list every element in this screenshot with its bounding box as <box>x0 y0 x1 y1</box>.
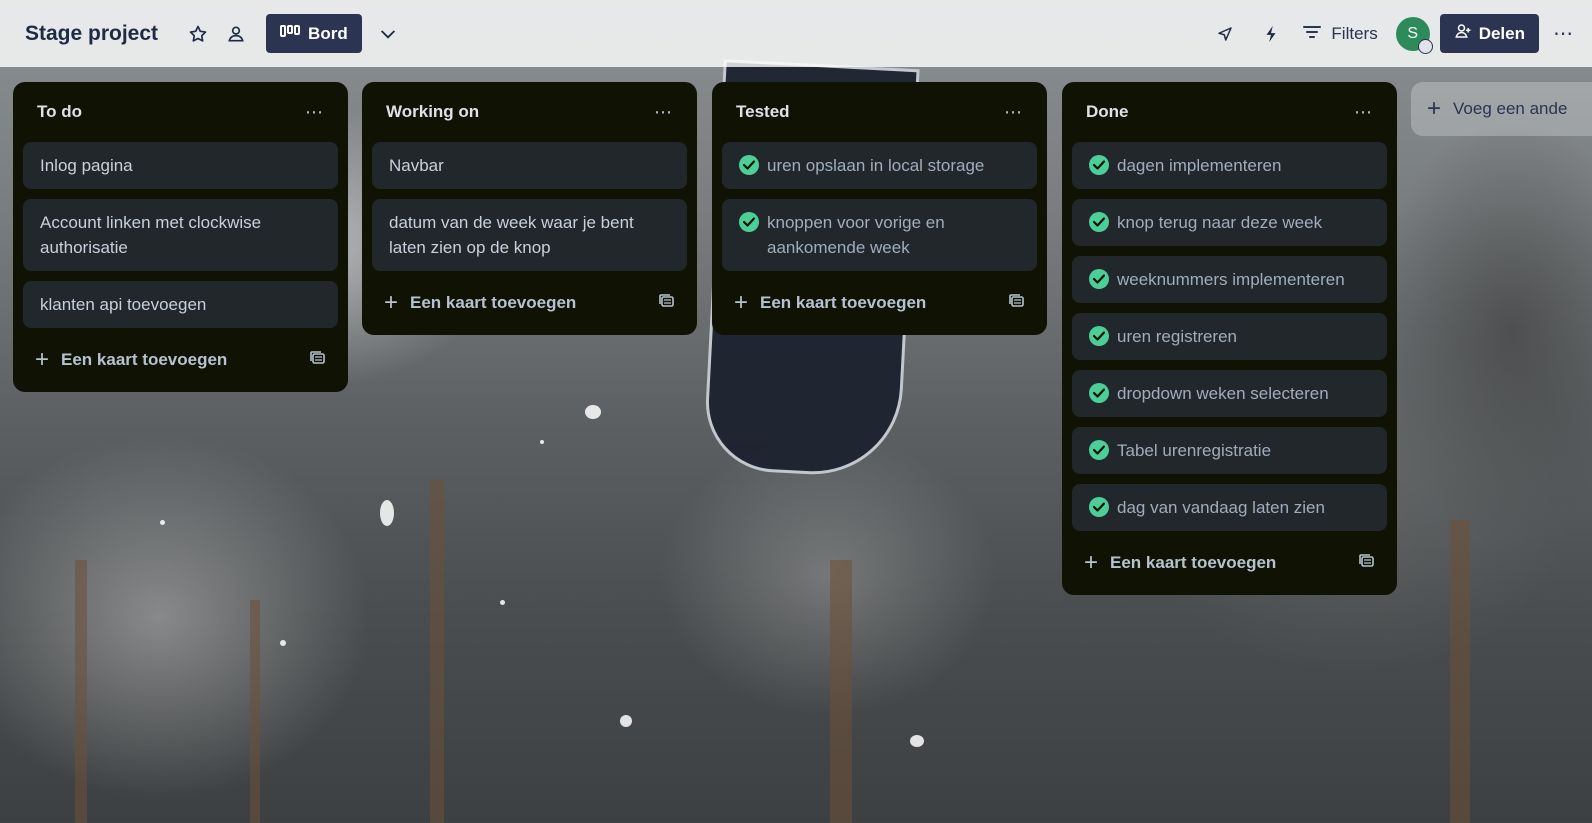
card-title: Account linken met clockwise authorisati… <box>40 213 262 257</box>
card[interactable]: dag van vandaag laten zien <box>1072 484 1387 531</box>
star-icon[interactable] <box>184 20 212 48</box>
avatar[interactable]: S <box>1395 16 1433 54</box>
chevron-down-icon[interactable] <box>374 20 402 48</box>
list-title[interactable]: To do <box>37 102 82 122</box>
filters-button[interactable]: Filters <box>1303 23 1378 44</box>
card[interactable]: weeknummers implementeren <box>1072 256 1387 303</box>
check-circle-icon[interactable] <box>1089 497 1109 517</box>
card-title: datum van de week waar je bent laten zie… <box>389 213 634 257</box>
list-menu-icon[interactable]: ⋯ <box>1004 102 1023 123</box>
board-view-icon <box>280 24 301 44</box>
check-circle-icon[interactable] <box>1089 326 1109 346</box>
plus-icon: + <box>1084 549 1099 576</box>
card-title: uren registreren <box>1117 327 1238 346</box>
card-title: klanten api toevoegen <box>40 295 207 314</box>
card-title: dropdown weken selecteren <box>1117 384 1329 403</box>
board-title[interactable]: Stage project <box>25 22 158 46</box>
more-menu-icon[interactable]: ⋯ <box>1553 21 1574 46</box>
card-title: dag van vandaag laten zien <box>1117 498 1325 517</box>
list-header: Done ⋯ <box>1072 82 1387 142</box>
add-card-button[interactable]: + Een kaart toevoegen <box>384 291 576 315</box>
card[interactable]: Inlog pagina <box>23 142 338 189</box>
avatar-initial: S <box>1407 24 1419 42</box>
card[interactable]: klanten api toevoegen <box>23 281 338 328</box>
add-card-row: + Een kaart toevoegen <box>372 281 687 325</box>
share-button[interactable]: Delen <box>1439 14 1539 53</box>
add-person-icon <box>1454 22 1472 45</box>
check-circle-icon[interactable] <box>1089 212 1109 232</box>
list-to-do: To do ⋯ Inlog pagina Account linken met clo… <box>13 82 348 392</box>
list-tested: Tested ⋯ uren opslaan in local storage knop… <box>712 82 1047 335</box>
card-title: dagen implementeren <box>1117 156 1282 175</box>
create-from-template-icon[interactable] <box>659 293 675 314</box>
filters-label: Filters <box>1331 23 1378 43</box>
create-from-template-icon[interactable] <box>1359 553 1375 574</box>
add-card-row: + Een kaart toevoegen <box>1072 541 1387 585</box>
card[interactable]: uren registreren <box>1072 313 1387 360</box>
add-card-button[interactable]: + Een kaart toevoegen <box>35 348 227 372</box>
card[interactable]: dagen implementeren <box>1072 142 1387 189</box>
card[interactable]: uren opslaan in local storage <box>722 142 1037 189</box>
board-header: Stage project Bord Filters S Delen ⋯ <box>0 0 1592 67</box>
check-circle-icon[interactable] <box>1089 269 1109 289</box>
list-title[interactable]: Done <box>1086 102 1129 122</box>
add-card-row: + Een kaart toevoegen <box>722 281 1037 325</box>
card-title: Navbar <box>389 156 444 175</box>
filter-icon <box>1303 24 1322 44</box>
create-from-template-icon[interactable] <box>310 350 326 371</box>
list-menu-icon[interactable]: ⋯ <box>305 102 324 123</box>
list-done: Done ⋯ dagen implementeren knop terug naar … <box>1062 82 1397 595</box>
create-from-template-icon[interactable] <box>1009 293 1025 314</box>
card[interactable]: dropdown weken selecteren <box>1072 370 1387 417</box>
add-card-label: Een kaart toevoegen <box>410 293 577 312</box>
workspace-visibility-icon[interactable] <box>222 20 250 48</box>
list-header: Working on ⋯ <box>372 82 687 142</box>
card-title: Tabel urenregistratie <box>1117 441 1272 460</box>
add-list-button[interactable]: + Voeg een ande <box>1411 82 1592 136</box>
list-header: Tested ⋯ <box>722 82 1037 142</box>
lightning-icon[interactable] <box>1257 20 1285 48</box>
card[interactable]: knop terug naar deze week <box>1072 199 1387 246</box>
card-title: knop terug naar deze week <box>1117 213 1323 232</box>
list-header: To do ⋯ <box>23 82 338 142</box>
plus-icon: + <box>1427 95 1442 122</box>
add-card-label: Een kaart toevoegen <box>760 293 927 312</box>
share-label: Delen <box>1478 23 1525 43</box>
list-working-on: Working on ⋯ Navbar datum van de week waar … <box>362 82 697 335</box>
card[interactable]: Tabel urenregistratie <box>1072 427 1387 474</box>
plus-icon: + <box>35 346 50 373</box>
add-card-label: Een kaart toevoegen <box>1110 553 1277 572</box>
list-menu-icon[interactable]: ⋯ <box>1354 102 1373 123</box>
check-circle-icon[interactable] <box>1089 440 1109 460</box>
board-view-label: Bord <box>308 23 348 43</box>
check-circle-icon[interactable] <box>739 155 759 175</box>
add-card-button[interactable]: + Een kaart toevoegen <box>1084 551 1276 575</box>
card[interactable]: Navbar <box>372 142 687 189</box>
add-card-label: Een kaart toevoegen <box>61 350 228 369</box>
rocket-icon[interactable] <box>1211 20 1239 48</box>
check-circle-icon[interactable] <box>739 212 759 232</box>
card-title: knoppen voor vorige en aankomende week <box>767 213 945 257</box>
board-view-button[interactable]: Bord <box>266 14 362 53</box>
list-menu-icon[interactable]: ⋯ <box>654 102 673 123</box>
check-circle-icon[interactable] <box>1089 155 1109 175</box>
check-circle-icon[interactable] <box>1089 383 1109 403</box>
admin-badge-icon <box>1417 38 1433 54</box>
card[interactable]: datum van de week waar je bent laten zie… <box>372 199 687 271</box>
card-title: weeknummers implementeren <box>1117 270 1345 289</box>
card[interactable]: knoppen voor vorige en aankomende week <box>722 199 1037 271</box>
add-card-button[interactable]: + Een kaart toevoegen <box>734 291 926 315</box>
card-title: Inlog pagina <box>40 156 133 175</box>
add-card-row: + Een kaart toevoegen <box>23 338 338 382</box>
plus-icon: + <box>384 289 399 316</box>
list-title[interactable]: Tested <box>736 102 790 122</box>
list-title[interactable]: Working on <box>386 102 479 122</box>
card[interactable]: Account linken met clockwise authorisati… <box>23 199 338 271</box>
card-title: uren opslaan in local storage <box>767 156 985 175</box>
add-list-label: Voeg een ande <box>1453 99 1568 118</box>
plus-icon: + <box>734 289 749 316</box>
